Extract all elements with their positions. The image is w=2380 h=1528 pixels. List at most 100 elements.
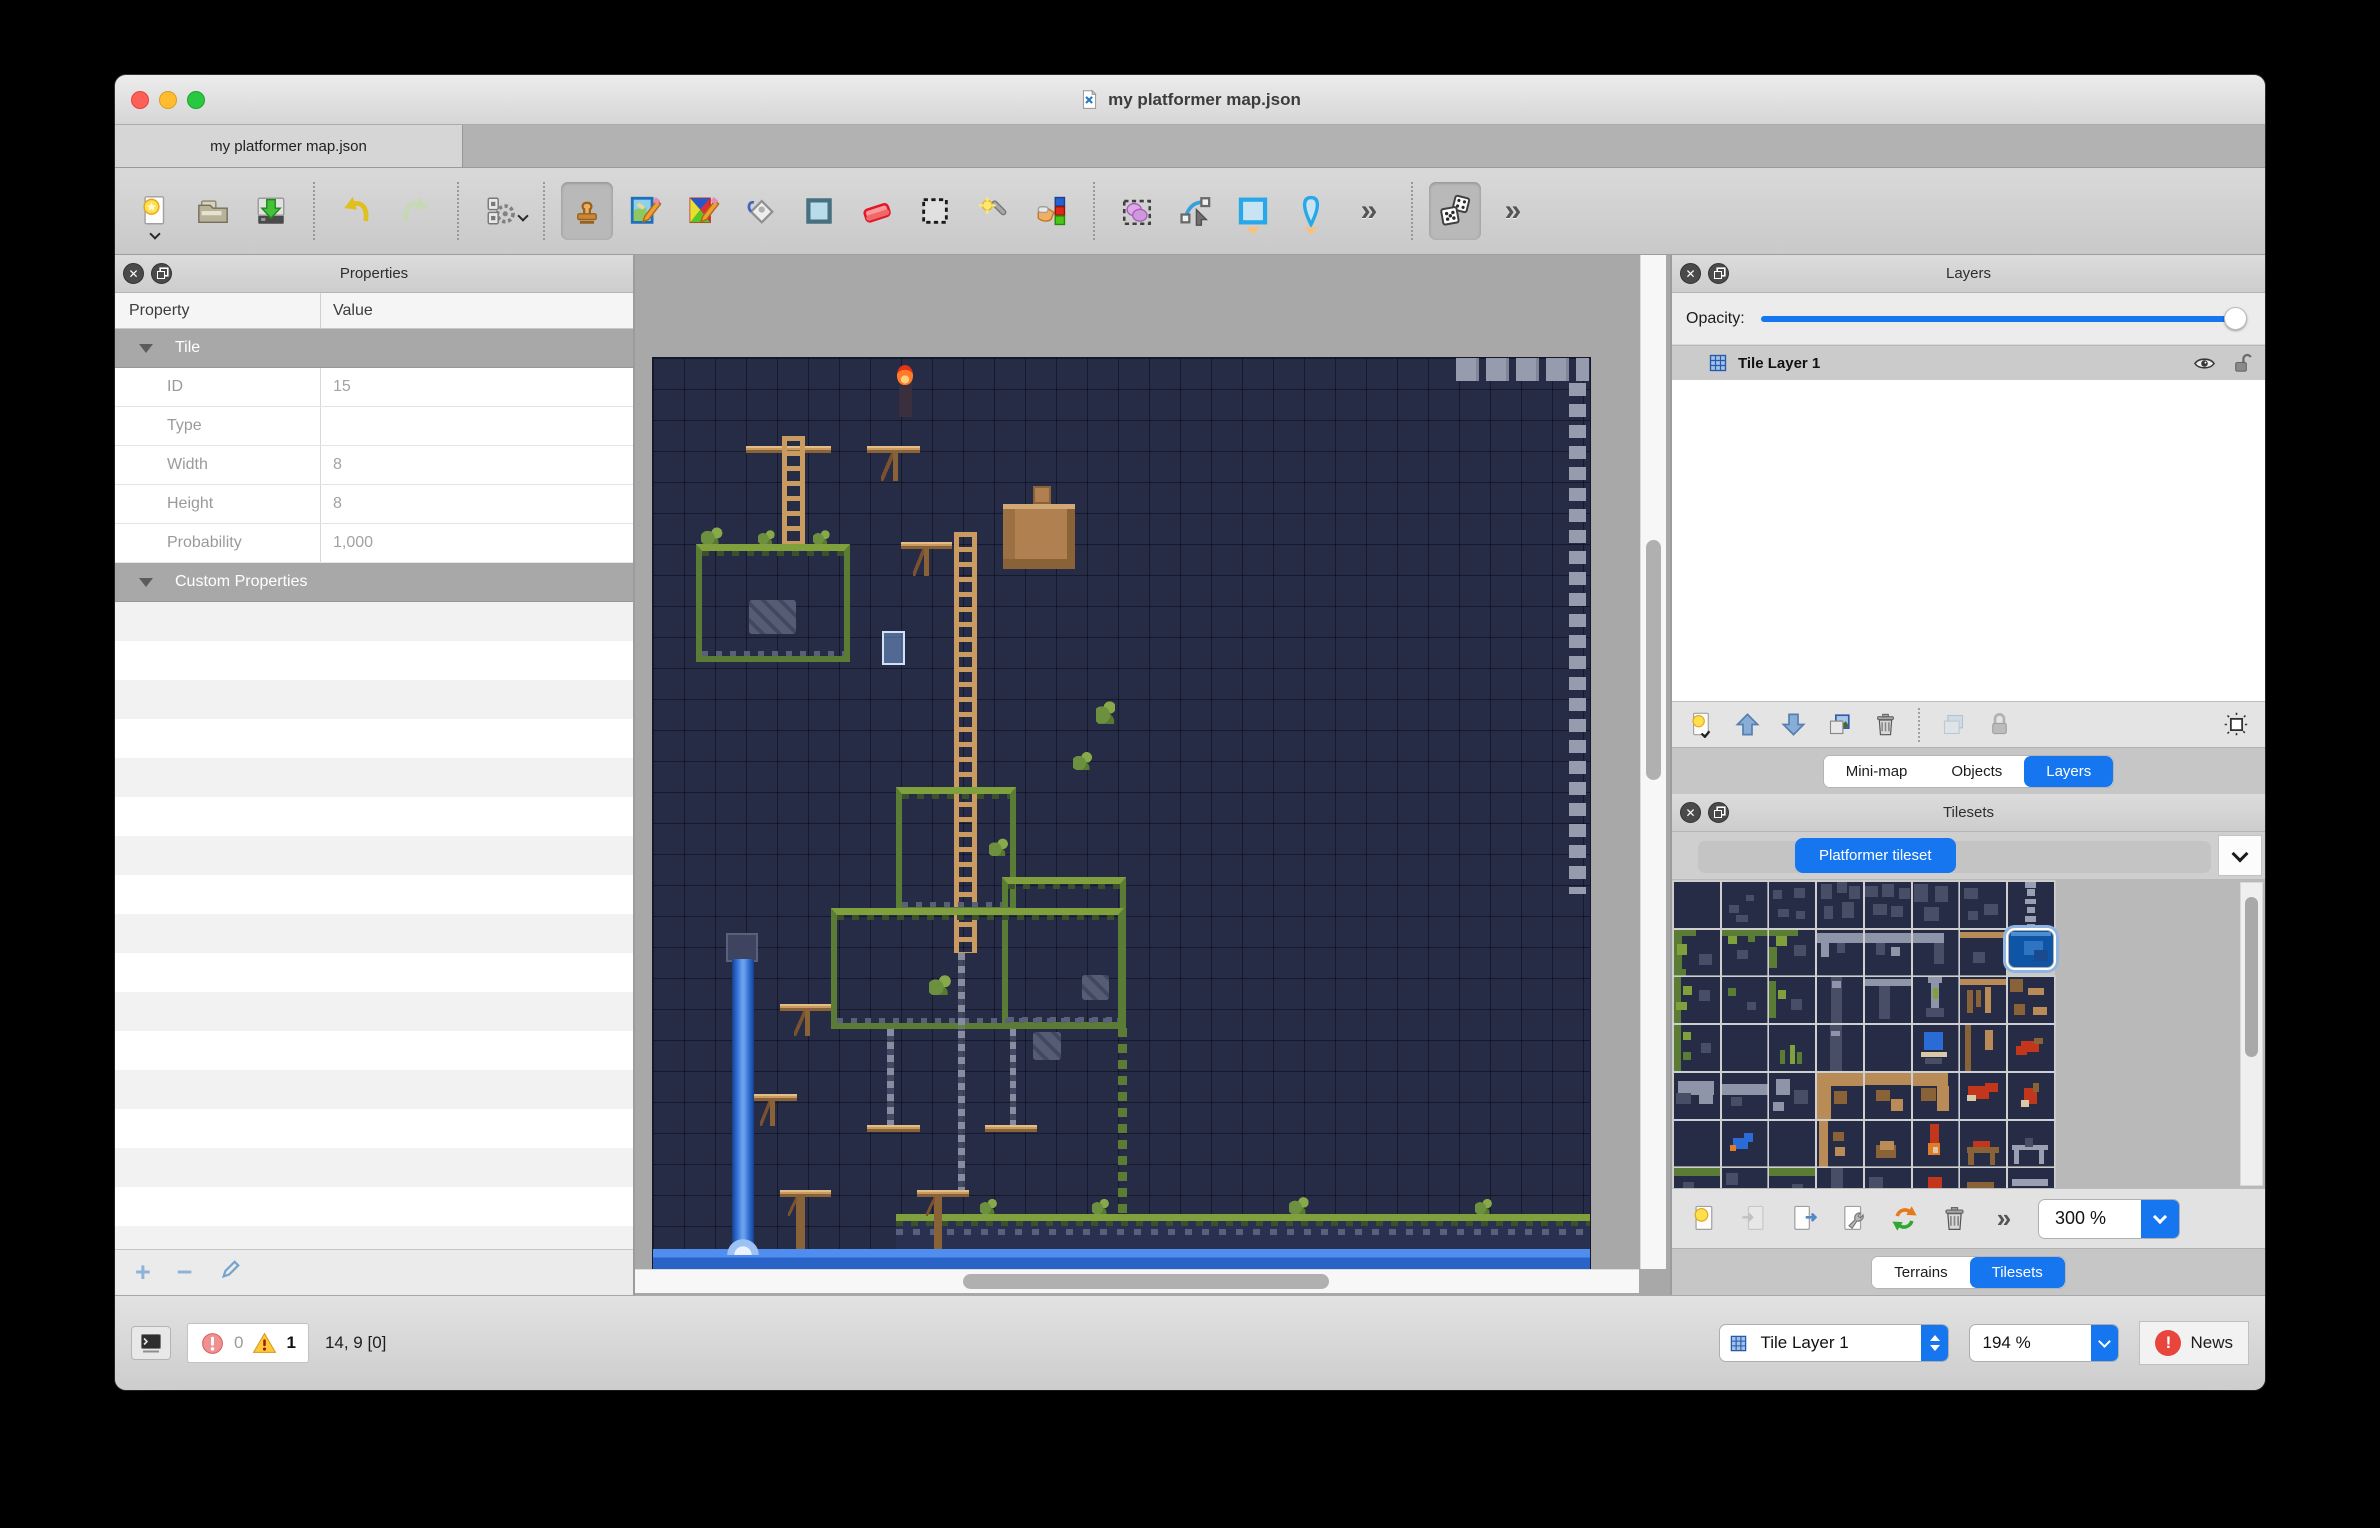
minimize-window-button[interactable] [159,91,177,109]
tileset-tile-20[interactable] [1865,977,1911,1023]
tileset-tile-17[interactable] [1722,977,1768,1023]
duplicate-layer-button[interactable] [1818,706,1860,744]
tileset-tile-4[interactable] [1865,882,1911,928]
tool-save[interactable] [245,182,297,240]
tool-select-objects[interactable] [1111,182,1163,240]
tileset-tile-42[interactable] [1769,1121,1815,1167]
tileset-tile-7[interactable] [2008,882,2054,928]
tileset-tile-5[interactable] [1913,882,1959,928]
export-tileset-button[interactable] [1782,1198,1826,1240]
embed-tileset-button[interactable] [1732,1198,1776,1240]
new-layer-button[interactable] [1680,706,1722,744]
horizontal-scrollbar-thumb[interactable] [963,1274,1329,1289]
zoom-select-chevron[interactable] [2091,1325,2118,1361]
close-window-button[interactable] [131,91,149,109]
lock-layer-button[interactable] [1978,706,2020,744]
trash-button[interactable] [1932,1198,1976,1240]
edit-property-button[interactable] [219,1259,241,1286]
tileset-tile-45[interactable] [1913,1121,1959,1167]
tool-more2[interactable]: » [1487,182,1539,240]
map-vertical-scrollbar[interactable] [1640,255,1666,1269]
vertical-scrollbar-thumb[interactable] [1646,540,1661,780]
tileset-tile-23[interactable] [2008,977,2054,1023]
tileset-tile-6[interactable] [1960,882,2006,928]
document-tab[interactable]: my platformer map.json [115,125,463,167]
tileset-tile-41[interactable] [1722,1121,1768,1167]
tool-undo[interactable] [331,182,383,240]
remove-property-button[interactable]: − [177,1259,193,1286]
float-panel-icon[interactable] [1708,263,1729,284]
map-view[interactable] [635,255,1670,1295]
tool-open[interactable] [187,182,239,240]
tool-eraser[interactable] [851,182,903,240]
tool-rect-select[interactable] [909,182,961,240]
tileset-tile-1[interactable] [1722,882,1768,928]
tileset-tile-36[interactable] [1865,1073,1911,1119]
lower-layer-button[interactable] [1772,706,1814,744]
property-row-id[interactable]: ID15 [115,368,633,407]
tileset-tile-2[interactable] [1769,882,1815,928]
tileset-tile-21[interactable] [1913,977,1959,1023]
zoom-window-button[interactable] [187,91,205,109]
tileset-tile-47[interactable] [2008,1121,2054,1167]
unlocked-padlock-icon[interactable] [2230,352,2253,375]
tileset-tab-platformer[interactable]: Platformer tileset [1795,838,1956,873]
property-value[interactable]: 1,000 [321,524,633,562]
tool-terrain-brush[interactable] [619,182,671,240]
float-panel-icon[interactable] [151,263,172,284]
edit-tileset-button[interactable] [1832,1198,1876,1240]
tool-automap[interactable] [475,182,527,240]
tileset-tile-3[interactable] [1817,882,1863,928]
property-row-type[interactable]: Type [115,407,633,446]
tileset-tile-40[interactable] [1674,1121,1720,1167]
highlight-layer-button[interactable] [2215,706,2257,744]
tileset-tile-54[interactable] [1960,1168,2006,1188]
refresh-tileset-button[interactable] [1882,1198,1926,1240]
tileset-tile-48[interactable] [1674,1168,1720,1188]
tileset-tile-8[interactable] [1674,930,1720,976]
tool-new-map[interactable] [129,182,181,240]
tool-same-tile[interactable] [1025,182,1077,240]
tool-stamp[interactable] [561,182,613,240]
tool-insert-rect[interactable] [1227,182,1279,240]
tab-objects[interactable]: Objects [1929,756,2024,787]
property-value[interactable]: 15 [321,368,633,406]
opacity-slider[interactable] [1761,307,2245,331]
property-group-custom-properties[interactable]: Custom Properties [115,563,633,602]
tileset-tile-39[interactable] [2008,1073,2054,1119]
tileset-tile-46[interactable] [1960,1121,2006,1167]
tileset-tile-52[interactable] [1865,1168,1911,1188]
tileset-tile-34[interactable] [1769,1073,1815,1119]
tileset-scrollbar-thumb[interactable] [2245,897,2258,1057]
tab-tilesets[interactable]: Tilesets [1970,1257,2065,1288]
tool-edit-polygons[interactable] [1169,182,1221,240]
layer-row-tile-layer-1[interactable]: Tile Layer 1 [1672,346,2265,380]
map-canvas[interactable] [653,358,1590,1270]
tileset-tile-11[interactable] [1817,930,1863,976]
tool-magic-wand[interactable] [967,182,1019,240]
tab-terrains[interactable]: Terrains [1872,1257,1969,1288]
tileset-tile-14[interactable] [1960,930,2006,976]
tool-shape-fill[interactable] [793,182,845,240]
tileset-tile-49[interactable] [1722,1168,1768,1188]
tileset-tile-10[interactable] [1769,930,1815,976]
tileset-tile-31[interactable] [2008,1025,2054,1071]
map-horizontal-scrollbar[interactable] [635,1269,1639,1293]
tileset-tile-43[interactable] [1817,1121,1863,1167]
tileset-tile-24[interactable] [1674,1025,1720,1071]
raise-layer-button[interactable] [1726,706,1768,744]
tileset-tile-55[interactable] [2008,1168,2054,1188]
current-layer-select[interactable]: Tile Layer 1 [1719,1324,1949,1362]
tab-mini-map[interactable]: Mini-map [1824,756,1930,787]
tileset-tile-37[interactable] [1913,1073,1959,1119]
layer-select-spinner[interactable] [1921,1325,1948,1361]
tileset-tile-13[interactable] [1913,930,1959,976]
tool-wang-brush[interactable] [677,182,729,240]
tileset-tile-22[interactable] [1960,977,2006,1023]
tileset-tile-38[interactable] [1960,1073,2006,1119]
console-toggle-button[interactable] [131,1326,171,1360]
more-button[interactable]: » [1982,1198,2026,1240]
tool-insert-point[interactable] [1285,182,1337,240]
tileset-zoom-chevron[interactable] [2141,1200,2179,1238]
opacity-slider-knob[interactable] [2224,307,2247,330]
